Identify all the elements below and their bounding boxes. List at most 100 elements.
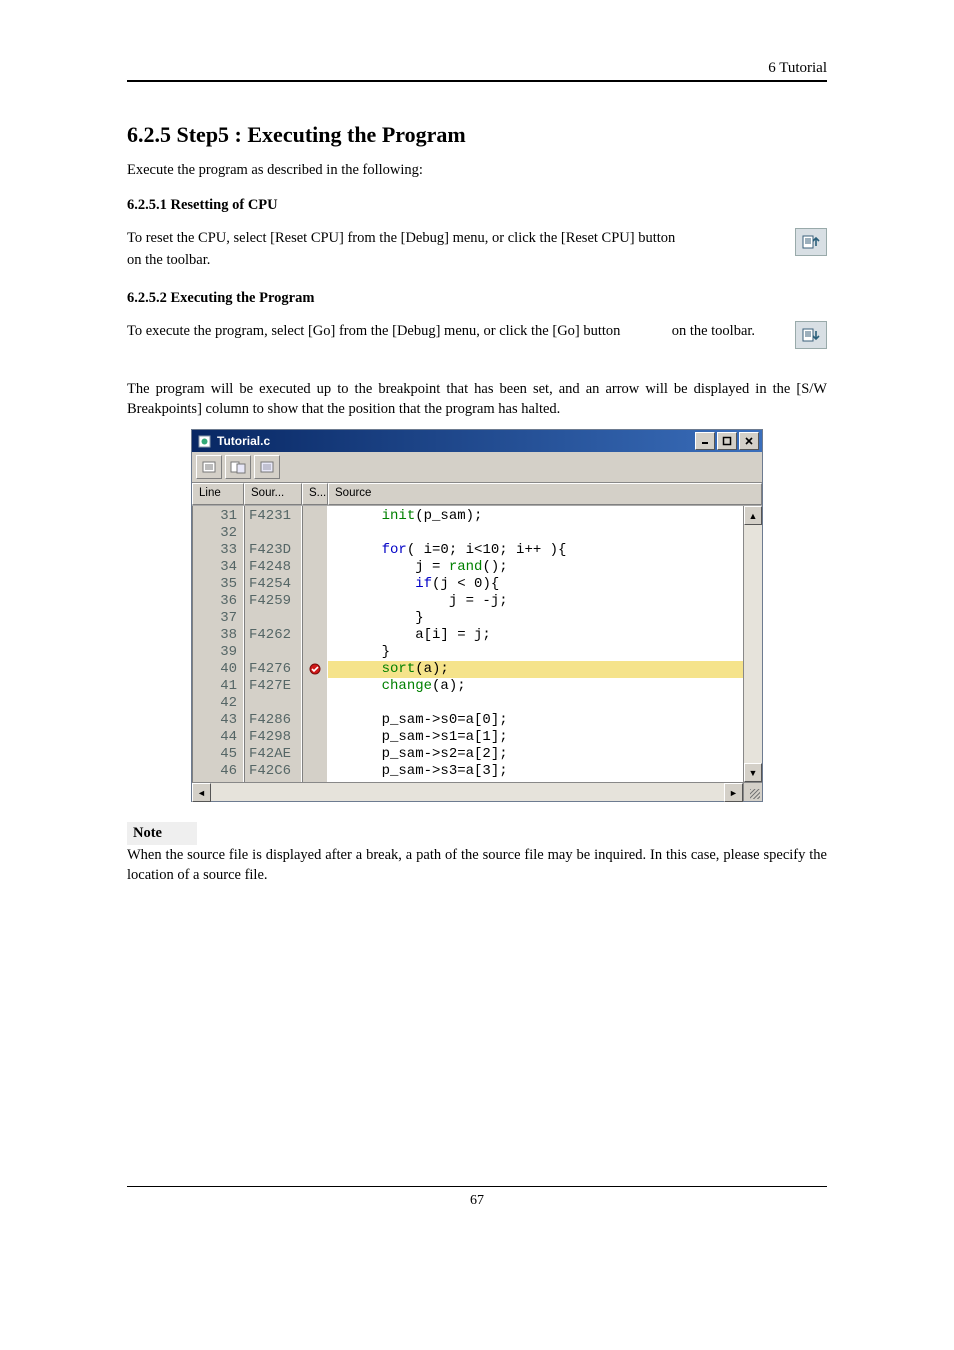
breakpoint-cell[interactable]	[303, 678, 327, 695]
source-line	[348, 525, 743, 542]
reset-text-b: on the toolbar.	[127, 252, 210, 268]
line-number: 35	[193, 576, 237, 593]
breakpoint-cell[interactable]	[303, 508, 327, 525]
resize-grip-icon[interactable]	[743, 783, 762, 801]
breakpoint-cell[interactable]	[303, 576, 327, 593]
address-value	[249, 610, 301, 627]
breakpoint-cell[interactable]	[303, 712, 327, 729]
toolbar-view-button[interactable]	[196, 455, 222, 479]
address-value: F423D	[249, 542, 301, 559]
address-value: F427E	[249, 678, 301, 695]
titlebar[interactable]: Tutorial.c	[192, 430, 762, 452]
line-number: 43	[193, 712, 237, 729]
exec-text-a: To execute the program, select [Go] from…	[127, 323, 620, 339]
reset-cpu-icon[interactable]	[795, 228, 827, 256]
source-line: j = rand();	[348, 559, 743, 576]
line-number: 31	[193, 508, 237, 525]
address-value: F42C6	[249, 763, 301, 780]
line-number: 40	[193, 661, 237, 678]
code-window: Tutorial.c Line Sour... S... Source	[191, 429, 763, 802]
toolbar-disasm-button[interactable]	[254, 455, 280, 479]
exec-description: The program will be executed up to the b…	[127, 379, 827, 420]
note-label: Note	[127, 822, 197, 845]
breakpoint-cell[interactable]	[303, 695, 327, 712]
toolbar-mixed-button[interactable]	[225, 455, 251, 479]
line-number: 42	[193, 695, 237, 712]
running-header: 6 Tutorial	[127, 60, 827, 82]
page-footer: 67	[127, 1186, 827, 1209]
window-title: Tutorial.c	[217, 434, 695, 448]
address-value	[249, 525, 301, 542]
breakpoint-cell[interactable]	[303, 763, 327, 780]
breakpoint-cell[interactable]	[303, 746, 327, 763]
minimize-button[interactable]	[695, 432, 715, 450]
source-line: p_sam->s0=a[0];	[348, 712, 743, 729]
breakpoint-cell[interactable]	[303, 610, 327, 627]
scroll-left-icon[interactable]: ◄	[192, 783, 211, 802]
subheading-exec-program: 6.2.5.2 Executing the Program	[127, 290, 827, 307]
go-icon[interactable]	[795, 321, 827, 349]
address-value: F4231	[249, 508, 301, 525]
scroll-right-icon[interactable]: ►	[724, 783, 743, 802]
line-number: 46	[193, 763, 237, 780]
source-area[interactable]: init(p_sam); for( i=0; i<10; i++ ){ j = …	[328, 506, 743, 782]
breakpoint-cell[interactable]	[303, 644, 327, 661]
maximize-button[interactable]	[717, 432, 737, 450]
gutter-bp[interactable]	[302, 506, 328, 782]
address-value: F4248	[249, 559, 301, 576]
column-headers: Line Sour... S... Source	[192, 483, 762, 505]
line-number: 44	[193, 729, 237, 746]
address-value: F4298	[249, 729, 301, 746]
exec-paragraph: To execute the program, select [Go] from…	[127, 321, 827, 343]
col-source[interactable]: Source	[328, 483, 762, 505]
address-value: F4286	[249, 712, 301, 729]
source-line: p_sam->s2=a[2];	[348, 746, 743, 763]
scroll-down-icon[interactable]: ▼	[744, 763, 762, 782]
scroll-up-icon[interactable]: ▲	[744, 506, 762, 525]
reset-paragraph: To reset the CPU, select [Reset CPU] fro…	[127, 228, 827, 272]
scroll-track[interactable]	[744, 525, 762, 763]
source-line: p_sam->s3=a[3];	[348, 763, 743, 780]
section-title: 6.2.5 Step5 : Executing the Program	[127, 122, 827, 148]
breakpoint-cell[interactable]	[303, 542, 327, 559]
hscroll-track[interactable]	[211, 783, 724, 801]
breakpoint-cell[interactable]	[303, 559, 327, 576]
col-sour[interactable]: Sour...	[244, 483, 302, 505]
page-number: 67	[470, 1193, 484, 1208]
source-line: change(a);	[348, 678, 743, 695]
col-line[interactable]: Line	[192, 483, 244, 505]
source-line: j = -j;	[348, 593, 743, 610]
reset-text-a: To reset the CPU, select [Reset CPU] fro…	[127, 230, 675, 246]
address-value: F4262	[249, 627, 301, 644]
breakpoint-cell[interactable]	[303, 593, 327, 610]
close-button[interactable]	[739, 432, 759, 450]
line-number: 33	[193, 542, 237, 559]
source-line: if(j < 0){	[348, 576, 743, 593]
line-number: 32	[193, 525, 237, 542]
gutter-line: 31323334353637383940414243444546	[192, 506, 244, 782]
source-line: init(p_sam);	[348, 508, 743, 525]
address-value: F4276	[249, 661, 301, 678]
line-number: 36	[193, 593, 237, 610]
vertical-scrollbar[interactable]: ▲ ▼	[743, 506, 762, 782]
line-number: 38	[193, 627, 237, 644]
address-value: F4254	[249, 576, 301, 593]
gutter-addr: F4231F423DF4248F4254F4259F4262F4276F427E…	[244, 506, 302, 782]
address-value	[249, 695, 301, 712]
address-value	[249, 644, 301, 661]
subheading-reset-cpu: 6.2.5.1 Resetting of CPU	[127, 197, 827, 214]
source-line: }	[348, 644, 743, 661]
col-bp[interactable]: S...	[302, 483, 328, 505]
intro-paragraph: Execute the program as described in the …	[127, 162, 827, 179]
source-line: }	[348, 610, 743, 627]
address-value: F42AE	[249, 746, 301, 763]
source-line: a[i] = j;	[348, 627, 743, 644]
document-icon	[197, 434, 212, 449]
breakpoint-cell[interactable]	[303, 661, 327, 678]
breakpoint-cell[interactable]	[303, 627, 327, 644]
exec-text-b: on the toolbar.	[672, 323, 755, 339]
note-paragraph: When the source file is displayed after …	[127, 845, 827, 886]
breakpoint-cell[interactable]	[303, 729, 327, 746]
line-number: 39	[193, 644, 237, 661]
breakpoint-cell[interactable]	[303, 525, 327, 542]
